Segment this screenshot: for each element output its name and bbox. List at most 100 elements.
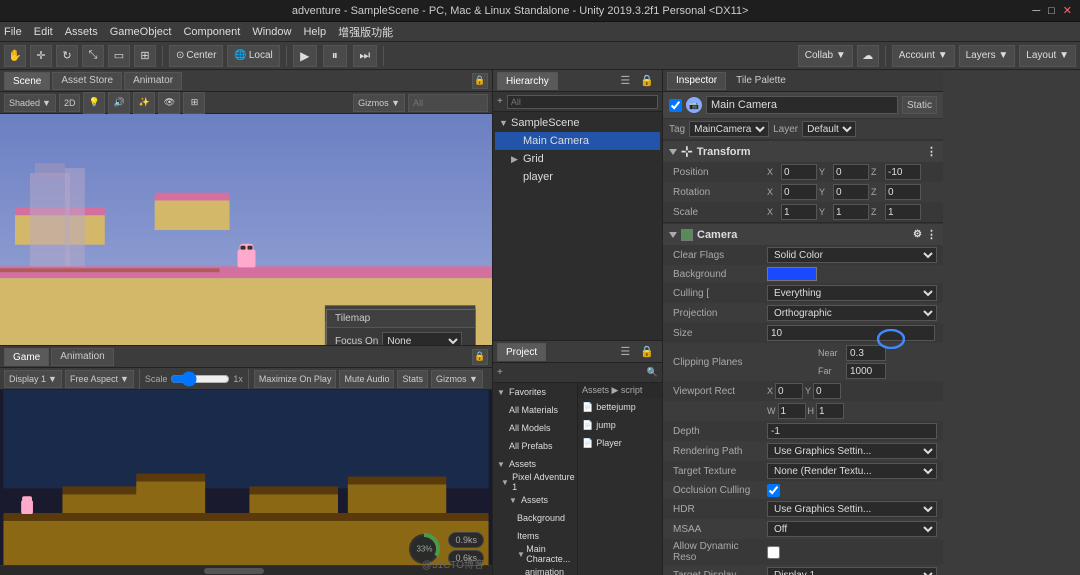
menu-component[interactable]: Component bbox=[183, 26, 240, 38]
rot-z[interactable] bbox=[885, 184, 921, 200]
scene-effects-icon[interactable]: ✨ bbox=[133, 92, 155, 114]
play-button[interactable]: ▶ bbox=[293, 45, 317, 67]
rot-y[interactable] bbox=[833, 184, 869, 200]
vp-h-field[interactable] bbox=[816, 403, 844, 419]
layout-btn[interactable]: Layout ▼ bbox=[1019, 45, 1076, 67]
display-dropdown[interactable]: Display 1 ▼ bbox=[4, 370, 62, 388]
transform-more-icon[interactable]: ⋮ bbox=[926, 145, 937, 158]
game-viewport[interactable]: 33% 0.9ks 0.6ks @51CTO博客 bbox=[0, 390, 492, 575]
scale-y[interactable] bbox=[833, 204, 869, 220]
assets-sub[interactable]: ▼ Assets bbox=[493, 491, 577, 509]
animation-folder[interactable]: animation bbox=[493, 563, 577, 575]
aspect-dropdown[interactable]: Free Aspect ▼ bbox=[65, 370, 134, 388]
hierarchy-add-icon[interactable]: + bbox=[497, 96, 503, 107]
scene-viewport[interactable]: Tilemap Focus On None Camera Preview bbox=[0, 114, 492, 345]
vp-x-field[interactable] bbox=[775, 383, 803, 399]
menu-gameobject[interactable]: GameObject bbox=[110, 26, 172, 38]
transform-header[interactable]: ⊹ Transform ⋮ bbox=[663, 140, 943, 162]
file-jump[interactable]: 📄 jump bbox=[578, 416, 662, 434]
maximize-play-btn[interactable]: Maximize On Play bbox=[254, 370, 337, 388]
fav-all-materials[interactable]: All Materials bbox=[493, 401, 577, 419]
hierarchy-item-player[interactable]: player bbox=[495, 168, 660, 186]
tab-game[interactable]: Game bbox=[4, 348, 49, 366]
file-bettejump[interactable]: 📄 bettejump bbox=[578, 398, 662, 416]
target-texture-dropdown[interactable]: None (Render Textu... bbox=[767, 463, 937, 479]
maximize-btn[interactable]: □ bbox=[1048, 5, 1055, 17]
scene-light-icon[interactable]: 💡 bbox=[83, 92, 105, 114]
menu-file[interactable]: File bbox=[4, 26, 22, 38]
space-btn[interactable]: 🌐 Local bbox=[227, 45, 279, 67]
scene-hidden-icon[interactable]: 👁 bbox=[158, 92, 180, 114]
rot-x[interactable] bbox=[781, 184, 817, 200]
target-display-dropdown[interactable]: Display 1 bbox=[767, 567, 937, 575]
layers-btn[interactable]: Layers ▼ bbox=[959, 45, 1016, 67]
game-lock-icon[interactable]: 🔒 bbox=[472, 349, 488, 365]
hierarchy-search-input[interactable] bbox=[507, 95, 658, 109]
pause-button[interactable]: ⏸ bbox=[323, 45, 347, 67]
file-player[interactable]: 📄 Player bbox=[578, 434, 662, 452]
pixel-adventure[interactable]: ▼ Pixel Adventure 1 bbox=[493, 473, 577, 491]
fav-all-models[interactable]: All Models bbox=[493, 419, 577, 437]
size-field[interactable] bbox=[767, 325, 935, 341]
fav-all-prefabs[interactable]: All Prefabs bbox=[493, 437, 577, 455]
object-active-toggle[interactable] bbox=[669, 99, 682, 112]
minimize-btn[interactable]: ─ bbox=[1032, 5, 1040, 17]
tab-hierarchy[interactable]: Hierarchy bbox=[497, 72, 558, 90]
scale-slider[interactable] bbox=[170, 374, 230, 384]
hand-tool[interactable]: ✋ bbox=[4, 45, 26, 67]
camera-enabled-toggle[interactable] bbox=[681, 229, 693, 241]
vp-y-field[interactable] bbox=[813, 383, 841, 399]
occlusion-culling-checkbox[interactable] bbox=[767, 484, 780, 497]
tab-asset-store[interactable]: Asset Store bbox=[52, 72, 122, 90]
project-search-icon[interactable]: 🔍 bbox=[647, 367, 658, 378]
scene-search-btn[interactable] bbox=[408, 94, 488, 112]
object-name-field[interactable] bbox=[706, 96, 898, 114]
gizmos-dropdown[interactable]: Gizmos ▼ bbox=[353, 94, 405, 112]
game-gizmos-dropdown[interactable]: Gizmos ▼ bbox=[431, 370, 483, 388]
account-btn[interactable]: Account ▼ bbox=[892, 45, 955, 67]
layer-dropdown[interactable]: Default bbox=[802, 121, 856, 137]
cloud-icon[interactable]: ☁ bbox=[857, 45, 879, 67]
hierarchy-item-maincamera[interactable]: Main Camera bbox=[495, 132, 660, 150]
allow-dynamic-checkbox[interactable] bbox=[767, 546, 780, 559]
menu-enhanced[interactable]: 增强版功能 bbox=[338, 24, 393, 40]
culling-mask-dropdown[interactable]: Everything bbox=[767, 285, 937, 301]
vp-w-field[interactable] bbox=[778, 403, 806, 419]
menu-assets[interactable]: Assets bbox=[65, 26, 98, 38]
bg-folder[interactable]: Background bbox=[493, 509, 577, 527]
scale-z[interactable] bbox=[885, 204, 921, 220]
hierarchy-item-grid[interactable]: ▶ Grid bbox=[495, 150, 660, 168]
project-add-icon[interactable]: + bbox=[497, 367, 503, 378]
scene-lock-icon[interactable]: 🔒 bbox=[472, 73, 488, 89]
menu-help[interactable]: Help bbox=[303, 26, 326, 38]
rotate-tool[interactable]: ↻ bbox=[56, 45, 78, 67]
camera-more-icon[interactable]: ⋮ bbox=[926, 228, 937, 241]
scale-tool[interactable]: ⤡ bbox=[82, 45, 104, 67]
main-char-folder[interactable]: ▼ Main Characte... bbox=[493, 545, 577, 563]
hierarchy-menu-btn[interactable]: ☰ bbox=[616, 74, 634, 87]
step-button[interactable]: ⏭ bbox=[353, 45, 377, 67]
msaa-dropdown[interactable]: Off bbox=[767, 521, 937, 537]
focus-none-select[interactable]: None bbox=[382, 332, 462, 345]
hscroll-thumb[interactable] bbox=[204, 568, 264, 574]
close-btn[interactable]: ✕ bbox=[1063, 4, 1072, 17]
tag-dropdown[interactable]: MainCamera bbox=[689, 121, 769, 137]
mute-audio-btn[interactable]: Mute Audio bbox=[339, 370, 394, 388]
pos-y[interactable] bbox=[833, 164, 869, 180]
2d-btn[interactable]: 2D bbox=[59, 94, 81, 112]
background-color-swatch[interactable] bbox=[767, 267, 817, 281]
pivot-btn[interactable]: ⊙ Center bbox=[169, 45, 223, 67]
scene-audio-icon[interactable]: 🔊 bbox=[108, 92, 130, 114]
project-menu-btn[interactable]: ☰ bbox=[616, 345, 634, 358]
hierarchy-lock-btn[interactable]: 🔒 bbox=[636, 74, 658, 87]
favorites-node[interactable]: ▼ Favorites bbox=[493, 383, 577, 401]
camera-settings-icon[interactable]: ⚙ bbox=[913, 229, 922, 240]
menu-window[interactable]: Window bbox=[252, 26, 291, 38]
tab-animation[interactable]: Animation bbox=[51, 348, 113, 366]
far-field[interactable] bbox=[846, 363, 886, 379]
camera-header[interactable]: Camera ⚙ ⋮ bbox=[663, 223, 943, 245]
hdr-dropdown[interactable]: Use Graphics Settin... bbox=[767, 501, 937, 517]
stats-btn[interactable]: Stats bbox=[397, 370, 428, 388]
tab-tile-palette[interactable]: Tile Palette bbox=[728, 72, 794, 90]
items-folder[interactable]: Items bbox=[493, 527, 577, 545]
